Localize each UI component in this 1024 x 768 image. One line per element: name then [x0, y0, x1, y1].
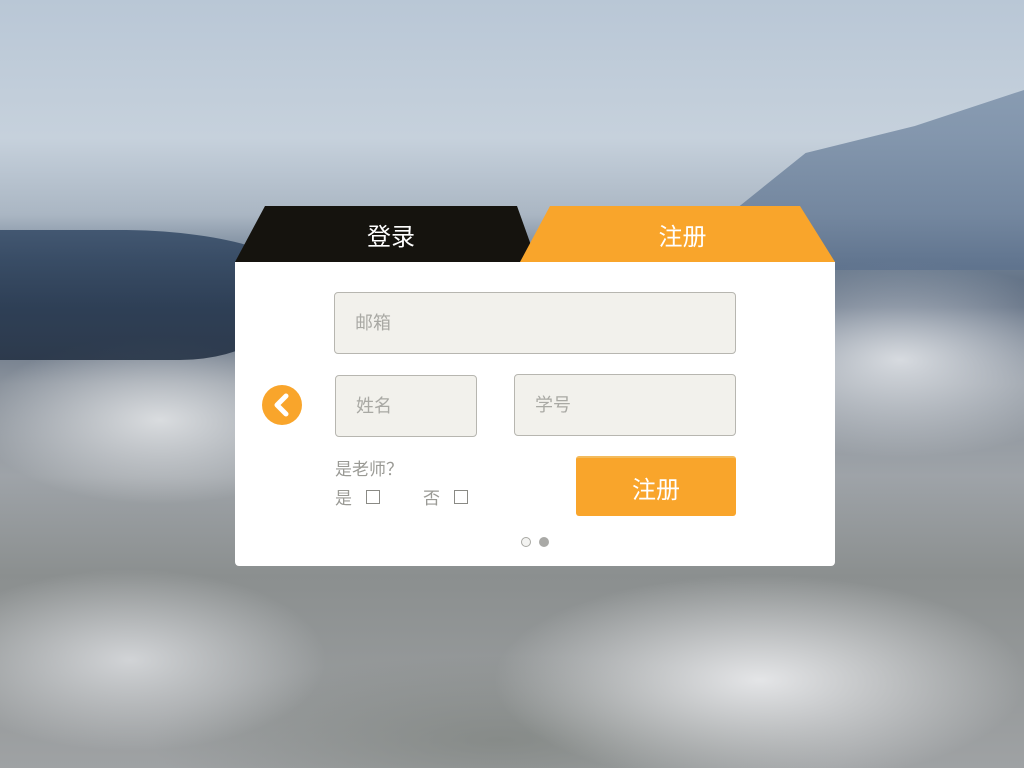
option-no-label: 否	[423, 489, 440, 509]
tab-login-label: 登录	[367, 222, 415, 251]
option-yes: 是	[335, 484, 380, 509]
option-yes-label: 是	[335, 489, 352, 509]
tab-login[interactable]: 登录	[235, 206, 537, 262]
pagination-dot-2-active[interactable]	[539, 537, 549, 547]
back-button[interactable]	[262, 385, 302, 425]
tab-register-label: 注册	[658, 222, 707, 251]
pagination-dot-1[interactable]	[521, 537, 531, 547]
email-input[interactable]	[334, 292, 736, 354]
tab-register[interactable]: 注册	[520, 206, 835, 262]
chevron-left-icon	[274, 393, 289, 417]
no-checkbox[interactable]	[454, 489, 468, 504]
register-submit-label: 注册	[632, 475, 680, 504]
option-no: 否	[423, 484, 468, 509]
teacher-question: 是老师？	[335, 460, 403, 480]
register-submit-button[interactable]: 注册	[576, 456, 736, 516]
yes-checkbox[interactable]	[366, 489, 380, 504]
student-id-input[interactable]	[514, 374, 736, 436]
name-input[interactable]	[335, 375, 477, 437]
